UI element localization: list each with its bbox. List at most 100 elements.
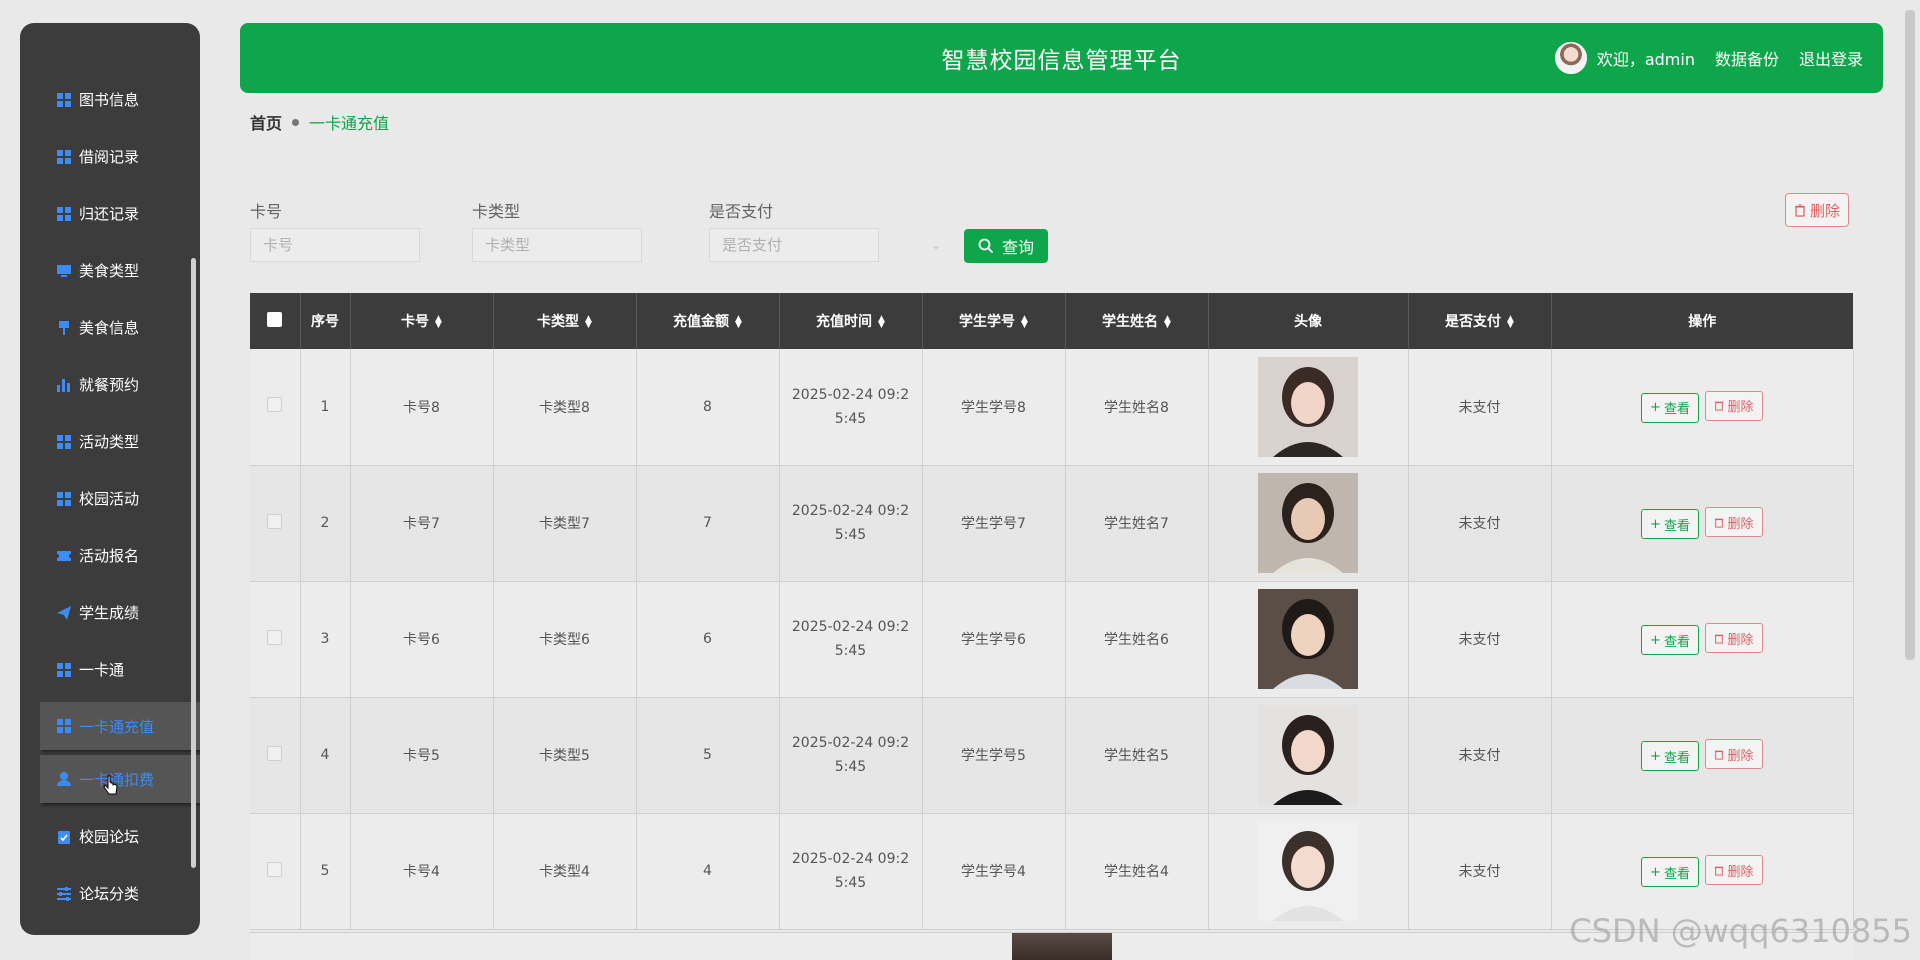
sort-icon[interactable]: ▲ ▼ (878, 315, 885, 330)
cell-text: 卡类型8 (539, 399, 590, 416)
row-checkbox[interactable] (267, 513, 283, 529)
column-header-label: 学生姓名 (1102, 314, 1159, 330)
sort-icon[interactable]: ▲ ▼ (1164, 315, 1171, 330)
column-header[interactable]: 学生姓名 ▲ ▼ (1065, 293, 1209, 349)
cell-student-no: 学生学号4 (922, 813, 1066, 930)
select-all-checkbox[interactable] (267, 311, 283, 327)
column-header[interactable]: 充值时间 ▲ ▼ (779, 293, 923, 349)
sort-icon[interactable]: ▲ ▼ (1021, 315, 1028, 330)
row-checkbox[interactable] (267, 745, 283, 761)
paid-label: 是否支付 (709, 202, 774, 221)
sidebar-item[interactable]: 美食信息 (20, 299, 200, 356)
data-backup-link[interactable]: 数据备份 (1715, 46, 1779, 70)
sidebar-item[interactable]: 美食类型 (20, 242, 200, 299)
card-no-label: 卡号 (250, 202, 283, 221)
cell-index: 3 (300, 581, 351, 698)
row-checkbox[interactable] (267, 397, 283, 413)
query-button[interactable]: 查询 (964, 229, 1048, 263)
card-type-filter: 卡类型 (472, 198, 642, 262)
delete-button[interactable]: 删除 (1705, 507, 1763, 537)
cell-text: 学生姓名6 (1104, 632, 1169, 648)
cell-text: 2025-02-24 09:25:45 (791, 735, 910, 775)
row-select-cell (250, 349, 301, 466)
avatar-photo-partial (1012, 933, 1112, 960)
sidebar-scrollbar[interactable] (191, 258, 196, 868)
card-type-input[interactable] (472, 228, 642, 262)
cell-text: 7 (703, 515, 712, 531)
delete-button[interactable]: 删除 (1705, 855, 1763, 885)
column-header[interactable]: 卡号 ▲ ▼ (350, 293, 494, 349)
page-scrollbar[interactable] (1905, 10, 1915, 660)
sort-icon[interactable]: ▲ ▼ (435, 315, 442, 330)
sidebar-item[interactable]: 一卡通扣费 (40, 755, 200, 803)
delete-button[interactable]: 删除 (1705, 623, 1763, 653)
cell-text: 4 (320, 747, 330, 763)
paid-status: 未支付 (1458, 632, 1501, 648)
sidebar-item[interactable]: 图书信息 (20, 71, 200, 128)
grid-icon (55, 661, 73, 679)
cell-card-type: 卡类型7 (493, 465, 637, 582)
view-button[interactable]: + 查看 (1641, 509, 1699, 539)
sort-icon[interactable]: ▲ ▼ (1507, 315, 1514, 330)
cell-text: 学生姓名5 (1104, 748, 1169, 764)
cell-text: 3 (320, 631, 330, 647)
column-header[interactable]: 充值金额 ▲ ▼ (636, 293, 780, 349)
sidebar-item[interactable]: 论坛分类 (20, 865, 200, 922)
sidebar-item[interactable]: 校园活动 (20, 470, 200, 527)
sidebar-item[interactable]: 校园论坛 (20, 808, 200, 865)
view-button[interactable]: + 查看 (1641, 625, 1699, 655)
sidebar-item[interactable]: 一卡通充值 (40, 702, 200, 750)
card-no-input[interactable] (250, 228, 420, 262)
paid-select[interactable] (709, 228, 879, 262)
view-button[interactable]: + 查看 (1641, 392, 1699, 423)
sidebar-item[interactable]: 学生成绩 (20, 584, 200, 641)
cell-avatar (1208, 349, 1409, 466)
delete-button[interactable]: 删除 (1705, 739, 1763, 769)
cell-avatar (1208, 697, 1409, 814)
cell-amount: 6 (636, 581, 780, 698)
cell-index: 2 (300, 465, 351, 582)
breadcrumb-home[interactable]: 首页 (250, 110, 282, 134)
sidebar-item[interactable]: 一卡通 (20, 641, 200, 698)
cell-avatar (1208, 465, 1409, 582)
view-button[interactable]: + 查看 (1641, 741, 1699, 771)
column-header[interactable]: 是否支付 ▲ ▼ (1408, 293, 1552, 349)
cell-text: 学生学号5 (961, 748, 1026, 764)
column-header[interactable]: 学生学号 ▲ ▼ (922, 293, 1066, 349)
plus-icon: + (1650, 400, 1661, 416)
cell-index: 4 (300, 697, 351, 814)
cell-text: 学生姓名4 (1104, 864, 1169, 880)
sidebar-item[interactable]: 借阅记录 (20, 128, 200, 185)
delete-button[interactable]: 删除 (1705, 390, 1763, 421)
column-header-label: 卡类型 (537, 314, 580, 330)
cell-text: 卡号7 (403, 516, 440, 532)
cell-text: 2025-02-24 09:25:45 (791, 386, 910, 427)
recharge-table: 序号 卡号 ▲ ▼ 卡类型 ▲ ▼ 充值金额 ▲ ▼ 充值时间 ▲ ▼ 学生学号 ▲ ▼ 学生姓名 ▲ ▼ 头像 是否支… (250, 293, 1854, 930)
row-checkbox[interactable] (267, 861, 283, 877)
trash-icon (1714, 865, 1724, 876)
cell-text: 学生学号4 (961, 864, 1026, 880)
delete-button-label: 删除 (1727, 748, 1754, 764)
row-checkbox[interactable] (267, 629, 283, 645)
sort-icon[interactable]: ▲ ▼ (585, 315, 592, 330)
sidebar-item[interactable]: 就餐预约 (20, 356, 200, 413)
cell-student-no: 学生学号7 (922, 465, 1066, 582)
view-button[interactable]: + 查看 (1641, 857, 1699, 887)
sidebar-item[interactable]: 归还记录 (20, 185, 200, 242)
cell-card-no: 卡号7 (350, 465, 494, 582)
cell-actions: + 查看 删除 (1551, 349, 1854, 466)
batch-delete-button[interactable]: 删除 (1785, 193, 1849, 227)
search-icon (978, 238, 994, 254)
view-button-label: 查看 (1663, 518, 1690, 534)
sidebar-item-label: 论坛分类 (79, 885, 140, 903)
sidebar-item[interactable]: 活动类型 (20, 413, 200, 470)
sidebar-item[interactable]: 活动报名 (20, 527, 200, 584)
cell-amount: 8 (636, 349, 780, 466)
card-type-label: 卡类型 (472, 202, 521, 221)
table-row: 1 卡号8 卡类型8 8 2025-02-24 09:25:45 学生学号8 学生姓名8 未支… (250, 349, 1854, 466)
cell-student-no: 学生学号8 (922, 349, 1066, 466)
column-header[interactable]: 卡类型 ▲ ▼ (493, 293, 637, 349)
avatar-photo (1209, 356, 1408, 457)
logout-link[interactable]: 退出登录 (1799, 46, 1863, 70)
sort-icon[interactable]: ▲ ▼ (735, 315, 742, 330)
